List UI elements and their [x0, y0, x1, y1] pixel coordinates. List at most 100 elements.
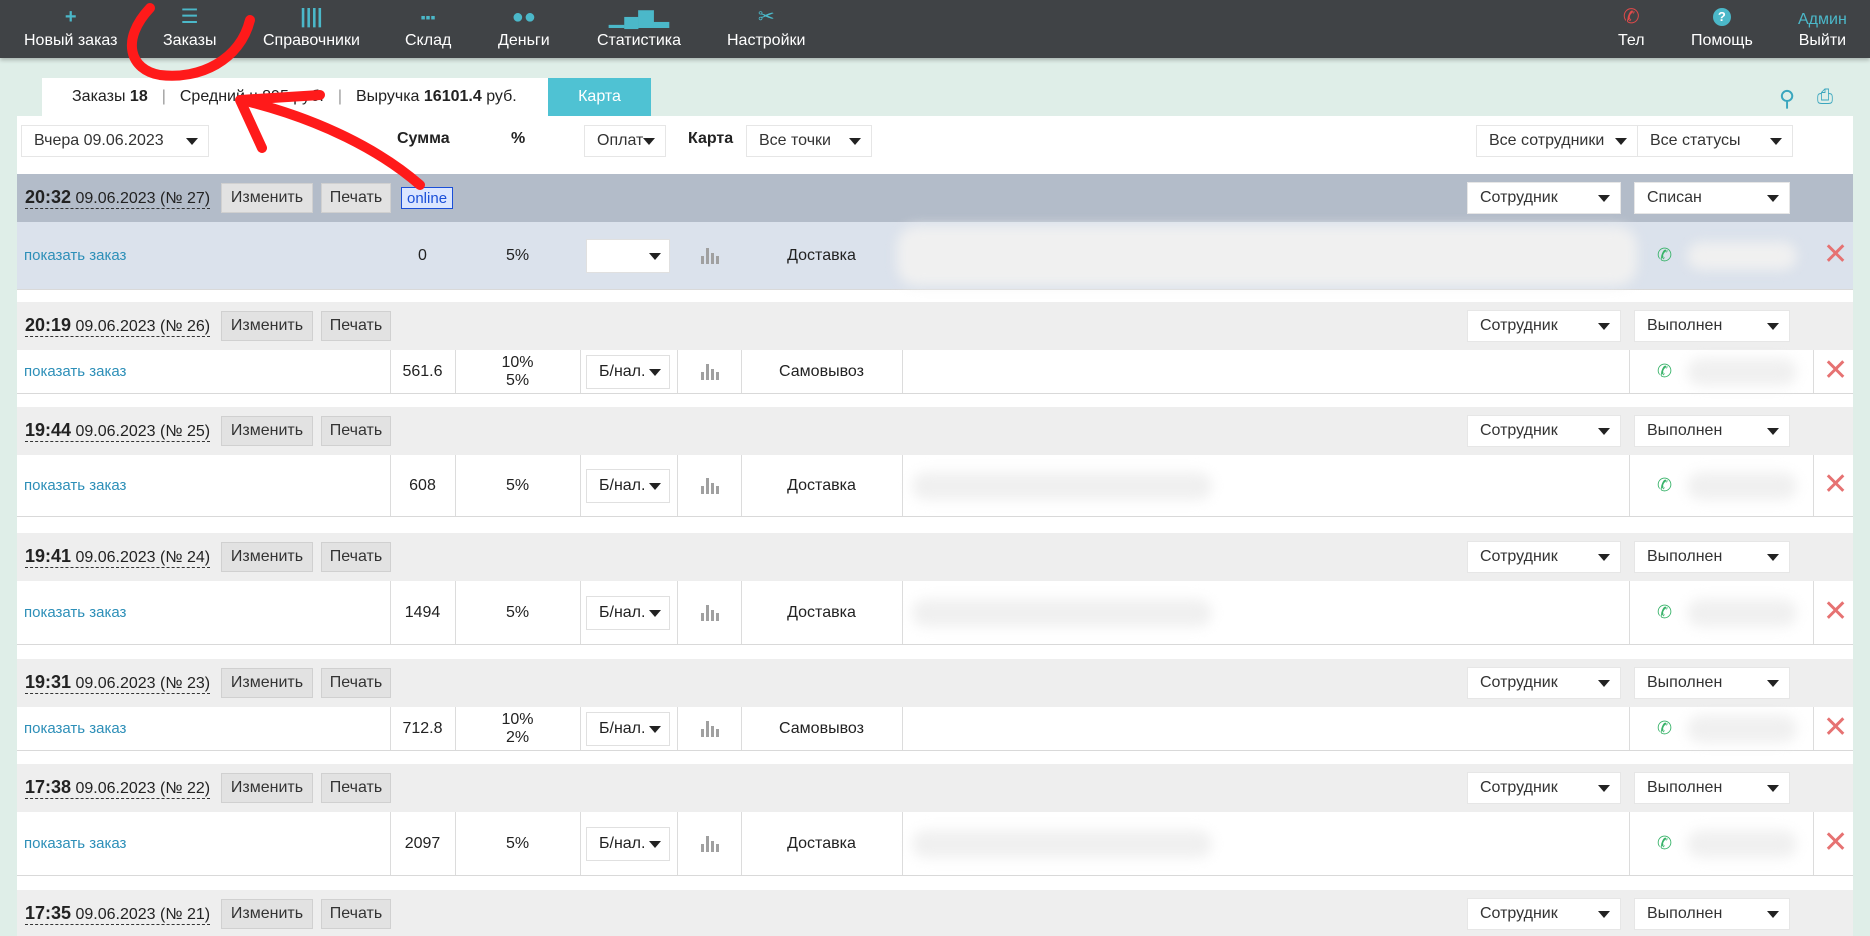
- search-icon[interactable]: ⚲: [1779, 86, 1795, 112]
- employee-select[interactable]: Сотрудник: [1467, 772, 1621, 804]
- nav-user[interactable]: Админ Выйти: [1798, 0, 1847, 58]
- date-filter[interactable]: Вчера 09.06.2023: [21, 125, 209, 157]
- show-order-link[interactable]: показать заказ: [24, 363, 126, 380]
- nav-orders[interactable]: ☰ Заказы: [163, 0, 216, 58]
- order-header: 17:38 09.06.2023 (№ 22) Изменить Печать …: [17, 764, 1853, 812]
- print-button[interactable]: Печать: [321, 416, 391, 446]
- print-button[interactable]: Печать: [321, 899, 391, 929]
- nav-help[interactable]: ? Помощь: [1691, 0, 1753, 58]
- pct-header: %: [511, 130, 526, 147]
- statuses-filter[interactable]: Все статусы: [1637, 125, 1793, 157]
- order-header: 19:44 09.06.2023 (№ 25) Изменить Печать …: [17, 407, 1853, 455]
- status-select[interactable]: Выполнен: [1634, 772, 1790, 804]
- edit-button[interactable]: Изменить: [221, 542, 313, 572]
- nav-settings[interactable]: ✂ Настройки: [727, 0, 805, 58]
- employee-select[interactable]: Сотрудник: [1467, 415, 1621, 447]
- payment-select[interactable]: Б/нал.: [586, 827, 670, 861]
- phone-icon[interactable]: ✆: [1657, 361, 1672, 382]
- nav-phone[interactable]: ✆ Тел: [1618, 0, 1645, 58]
- nav-new-order[interactable]: + Новый заказ: [24, 0, 117, 58]
- phone-icon[interactable]: ✆: [1657, 245, 1672, 266]
- print-button[interactable]: Печать: [321, 668, 391, 698]
- order-time-link[interactable]: 17:35 09.06.2023 (№ 21): [25, 904, 211, 925]
- edit-button[interactable]: Изменить: [221, 416, 313, 446]
- employee-select[interactable]: Сотрудник: [1467, 667, 1621, 699]
- edit-button[interactable]: Изменить: [221, 899, 313, 929]
- order-time-link[interactable]: 20:19 09.06.2023 (№ 26): [25, 316, 211, 337]
- tools-icon: ✂: [757, 6, 775, 28]
- chevron-down-icon: [649, 369, 661, 376]
- show-order-link[interactable]: показать заказ: [24, 720, 126, 737]
- employee-select[interactable]: Сотрудник: [1467, 310, 1621, 342]
- nav-money[interactable]: ●● Деньги: [498, 0, 550, 58]
- nav-warehouse[interactable]: ▪▪▪ Склад: [405, 0, 451, 58]
- status-select[interactable]: Выполнен: [1634, 667, 1790, 699]
- status-select[interactable]: Выполнен: [1634, 898, 1790, 930]
- map-button[interactable]: Карта: [548, 78, 651, 116]
- order-sum: 2097: [404, 834, 441, 852]
- order-time-link[interactable]: 17:38 09.06.2023 (№ 22): [25, 778, 211, 799]
- bar-chart-icon[interactable]: [701, 248, 719, 264]
- delete-icon[interactable]: ✕: [1823, 713, 1848, 743]
- bar-chart-icon[interactable]: [701, 721, 719, 737]
- nav-stats[interactable]: ▁▄▆▂ Статистика: [597, 0, 681, 58]
- edit-button[interactable]: Изменить: [221, 773, 313, 803]
- status-select[interactable]: Выполнен: [1634, 541, 1790, 573]
- bar-chart-icon[interactable]: [701, 478, 719, 494]
- employee-select[interactable]: Сотрудник: [1467, 182, 1621, 214]
- show-order-link[interactable]: показать заказ: [24, 477, 126, 494]
- delete-icon[interactable]: ✕: [1823, 356, 1848, 386]
- edit-button[interactable]: Изменить: [221, 183, 313, 213]
- redacted-phone: [1687, 599, 1797, 627]
- redacted-phone: [1687, 358, 1797, 386]
- print-button[interactable]: Печать: [321, 311, 391, 341]
- employee-select[interactable]: Сотрудник: [1467, 541, 1621, 573]
- order-time-link[interactable]: 20:32 09.06.2023 (№ 27): [25, 188, 211, 209]
- bar-chart-icon[interactable]: [701, 605, 719, 621]
- order-time-link[interactable]: 19:31 09.06.2023 (№ 23): [25, 673, 211, 694]
- online-badge: online: [401, 187, 454, 209]
- edit-button[interactable]: Изменить: [221, 668, 313, 698]
- show-order-link[interactable]: показать заказ: [24, 835, 126, 852]
- delete-icon[interactable]: ✕: [1823, 828, 1848, 858]
- phone-icon[interactable]: ✆: [1657, 602, 1672, 623]
- status-select[interactable]: Списан: [1634, 182, 1790, 214]
- phone-icon[interactable]: ✆: [1657, 833, 1672, 854]
- print-icon[interactable]: ⎙: [1817, 86, 1833, 109]
- delete-icon[interactable]: ✕: [1823, 240, 1848, 270]
- chevron-down-icon: [1598, 554, 1610, 561]
- status-select[interactable]: Выполнен: [1634, 415, 1790, 447]
- help-icon: ?: [1712, 8, 1731, 26]
- points-filter[interactable]: Все точки: [746, 125, 872, 157]
- print-button[interactable]: Печать: [321, 183, 391, 213]
- order-time-link[interactable]: 19:44 09.06.2023 (№ 25): [25, 421, 211, 442]
- bar-chart-icon[interactable]: [701, 364, 719, 380]
- bar-chart-icon: ▁▄▆▂: [608, 6, 670, 28]
- payment-select[interactable]: Б/нал.: [586, 596, 670, 630]
- payment-filter[interactable]: Оплат: [584, 125, 666, 157]
- print-button[interactable]: Печать: [321, 773, 391, 803]
- payment-select[interactable]: [586, 239, 670, 273]
- payment-select[interactable]: Б/нал.: [586, 712, 670, 746]
- chevron-down-icon: [1598, 323, 1610, 330]
- edit-button[interactable]: Изменить: [221, 311, 313, 341]
- order-discount: 5%: [505, 476, 530, 494]
- show-order-link[interactable]: показать заказ: [24, 247, 126, 264]
- delete-icon[interactable]: ✕: [1823, 470, 1848, 500]
- print-button[interactable]: Печать: [321, 542, 391, 572]
- delivery-type: Доставка: [787, 834, 856, 852]
- delete-icon[interactable]: ✕: [1823, 597, 1848, 627]
- employee-select[interactable]: Сотрудник: [1467, 898, 1621, 930]
- payment-select[interactable]: Б/нал.: [586, 469, 670, 503]
- payment-select[interactable]: Б/нал.: [586, 355, 670, 389]
- bar-chart-icon[interactable]: [701, 836, 719, 852]
- order-time-link[interactable]: 19:41 09.06.2023 (№ 24): [25, 547, 211, 568]
- show-order-link[interactable]: показать заказ: [24, 604, 126, 621]
- phone-icon[interactable]: ✆: [1657, 475, 1672, 496]
- nav-references[interactable]: |||| Справочники: [263, 0, 360, 58]
- employees-filter[interactable]: Все сотрудники: [1476, 125, 1638, 157]
- phone-icon[interactable]: ✆: [1657, 718, 1672, 739]
- map-header: Карта: [688, 130, 734, 147]
- status-select[interactable]: Выполнен: [1634, 310, 1790, 342]
- logout-link[interactable]: Выйти: [1799, 32, 1846, 50]
